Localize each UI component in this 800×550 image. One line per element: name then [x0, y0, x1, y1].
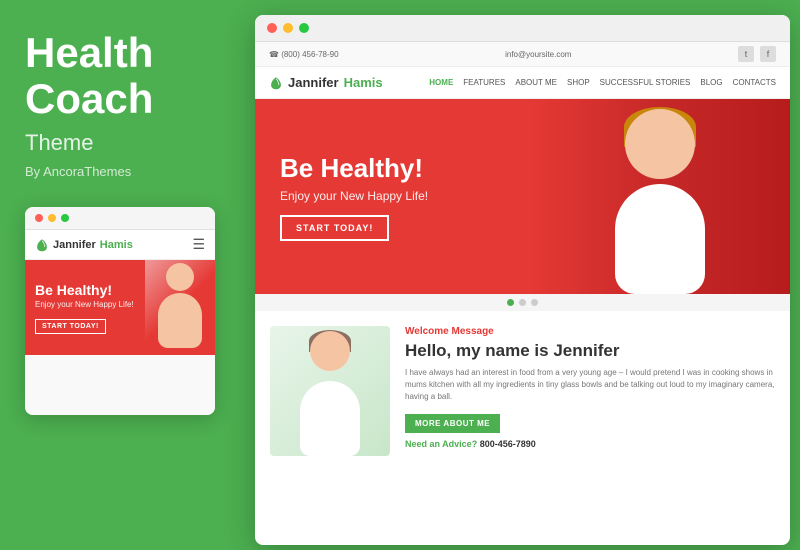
site-phone: ☎ (800) 456-78-90 — [269, 50, 339, 59]
desktop-title-bar — [255, 15, 790, 42]
jennifer-body: I have always had an interest in food fr… — [405, 367, 775, 403]
desktop-mockup: ☎ (800) 456-78-90 info@yoursite.com t f … — [255, 15, 790, 545]
mobile-dot-red — [35, 214, 43, 222]
hero-heading: Be Healthy! — [280, 153, 428, 184]
theme-subtitle: Theme — [25, 130, 220, 156]
hamburger-icon[interactable]: ☰ — [192, 236, 205, 253]
site-nav-links: HOME FEATURES ABOUT ME SHOP SUCCESSFUL S… — [429, 78, 776, 87]
desktop-content: ☎ (800) 456-78-90 info@yoursite.com t f … — [255, 42, 790, 471]
facebook-icon[interactable]: f — [760, 46, 776, 62]
mobile-logo: Jannifer Hamis — [35, 238, 133, 252]
nav-features[interactable]: FEATURES — [463, 78, 505, 87]
mobile-mockup: Jannifer Hamis ☰ Be Healthy! Enjoy your … — [25, 207, 215, 415]
hero-sub: Enjoy your New Happy Life! — [280, 189, 428, 203]
theme-title: Health Coach — [25, 30, 220, 122]
mobile-nav: Jannifer Hamis ☰ — [25, 230, 215, 260]
slider-dots — [255, 294, 790, 311]
mobile-hero-text: Be Healthy! Enjoy your New Happy Life! S… — [35, 282, 134, 334]
jennifer-text-block: Welcome Message Hello, my name is Jennif… — [405, 326, 775, 456]
phone-number: 800-456-7890 — [480, 439, 536, 449]
site-logo: Jannifer Hamis — [269, 75, 383, 90]
nav-stories[interactable]: SUCCESSFUL STORIES — [600, 78, 691, 87]
site-leaf-icon — [269, 76, 283, 90]
advice-label: Need an Advice? — [405, 439, 477, 449]
twitter-icon[interactable]: t — [738, 46, 754, 62]
mobile-title-bar — [25, 207, 215, 230]
site-email: info@yoursite.com — [505, 50, 571, 59]
advice-line: Need an Advice? 800-456-7890 — [405, 439, 775, 449]
desktop-dot-yellow — [283, 23, 293, 33]
theme-by: By AncoraThemes — [25, 164, 220, 179]
mobile-hero-person — [145, 260, 215, 355]
nav-contacts[interactable]: CONTACTS — [733, 78, 776, 87]
leaf-icon — [35, 238, 49, 252]
site-hero: Be Healthy! Enjoy your New Happy Life! S… — [255, 99, 790, 294]
site-hero-content: Be Healthy! Enjoy your New Happy Life! S… — [255, 133, 453, 261]
slider-dot-3[interactable] — [531, 299, 538, 306]
nav-about[interactable]: ABOUT ME — [515, 78, 557, 87]
jennifer-heading: Hello, my name is Jennifer — [405, 341, 775, 361]
mobile-dot-yellow — [48, 214, 56, 222]
site-below-content: Welcome Message Hello, my name is Jennif… — [255, 311, 790, 471]
desktop-dot-green — [299, 23, 309, 33]
site-hero-person — [530, 99, 790, 294]
left-panel: Health Coach Theme By AncoraThemes Janni… — [0, 0, 245, 550]
mobile-start-button[interactable]: START TODAY! — [35, 319, 106, 334]
slider-dot-2[interactable] — [519, 299, 526, 306]
jennifer-image — [270, 326, 390, 456]
slider-dot-1[interactable] — [507, 299, 514, 306]
nav-home[interactable]: HOME — [429, 78, 453, 87]
desktop-dot-red — [267, 23, 277, 33]
welcome-label: Welcome Message — [405, 326, 775, 337]
hero-start-button[interactable]: START TODAY! — [280, 215, 389, 241]
nav-blog[interactable]: BLOG — [700, 78, 722, 87]
mobile-hero: Be Healthy! Enjoy your New Happy Life! S… — [25, 260, 215, 355]
site-nav: Jannifer Hamis HOME FEATURES ABOUT ME SH… — [255, 67, 790, 99]
site-top-bar: ☎ (800) 456-78-90 info@yoursite.com t f — [255, 42, 790, 67]
mobile-below — [25, 355, 215, 415]
nav-shop[interactable]: SHOP — [567, 78, 590, 87]
site-social: t f — [738, 46, 776, 62]
more-about-button[interactable]: MORE ABOUT ME — [405, 414, 500, 433]
mobile-dot-green — [61, 214, 69, 222]
